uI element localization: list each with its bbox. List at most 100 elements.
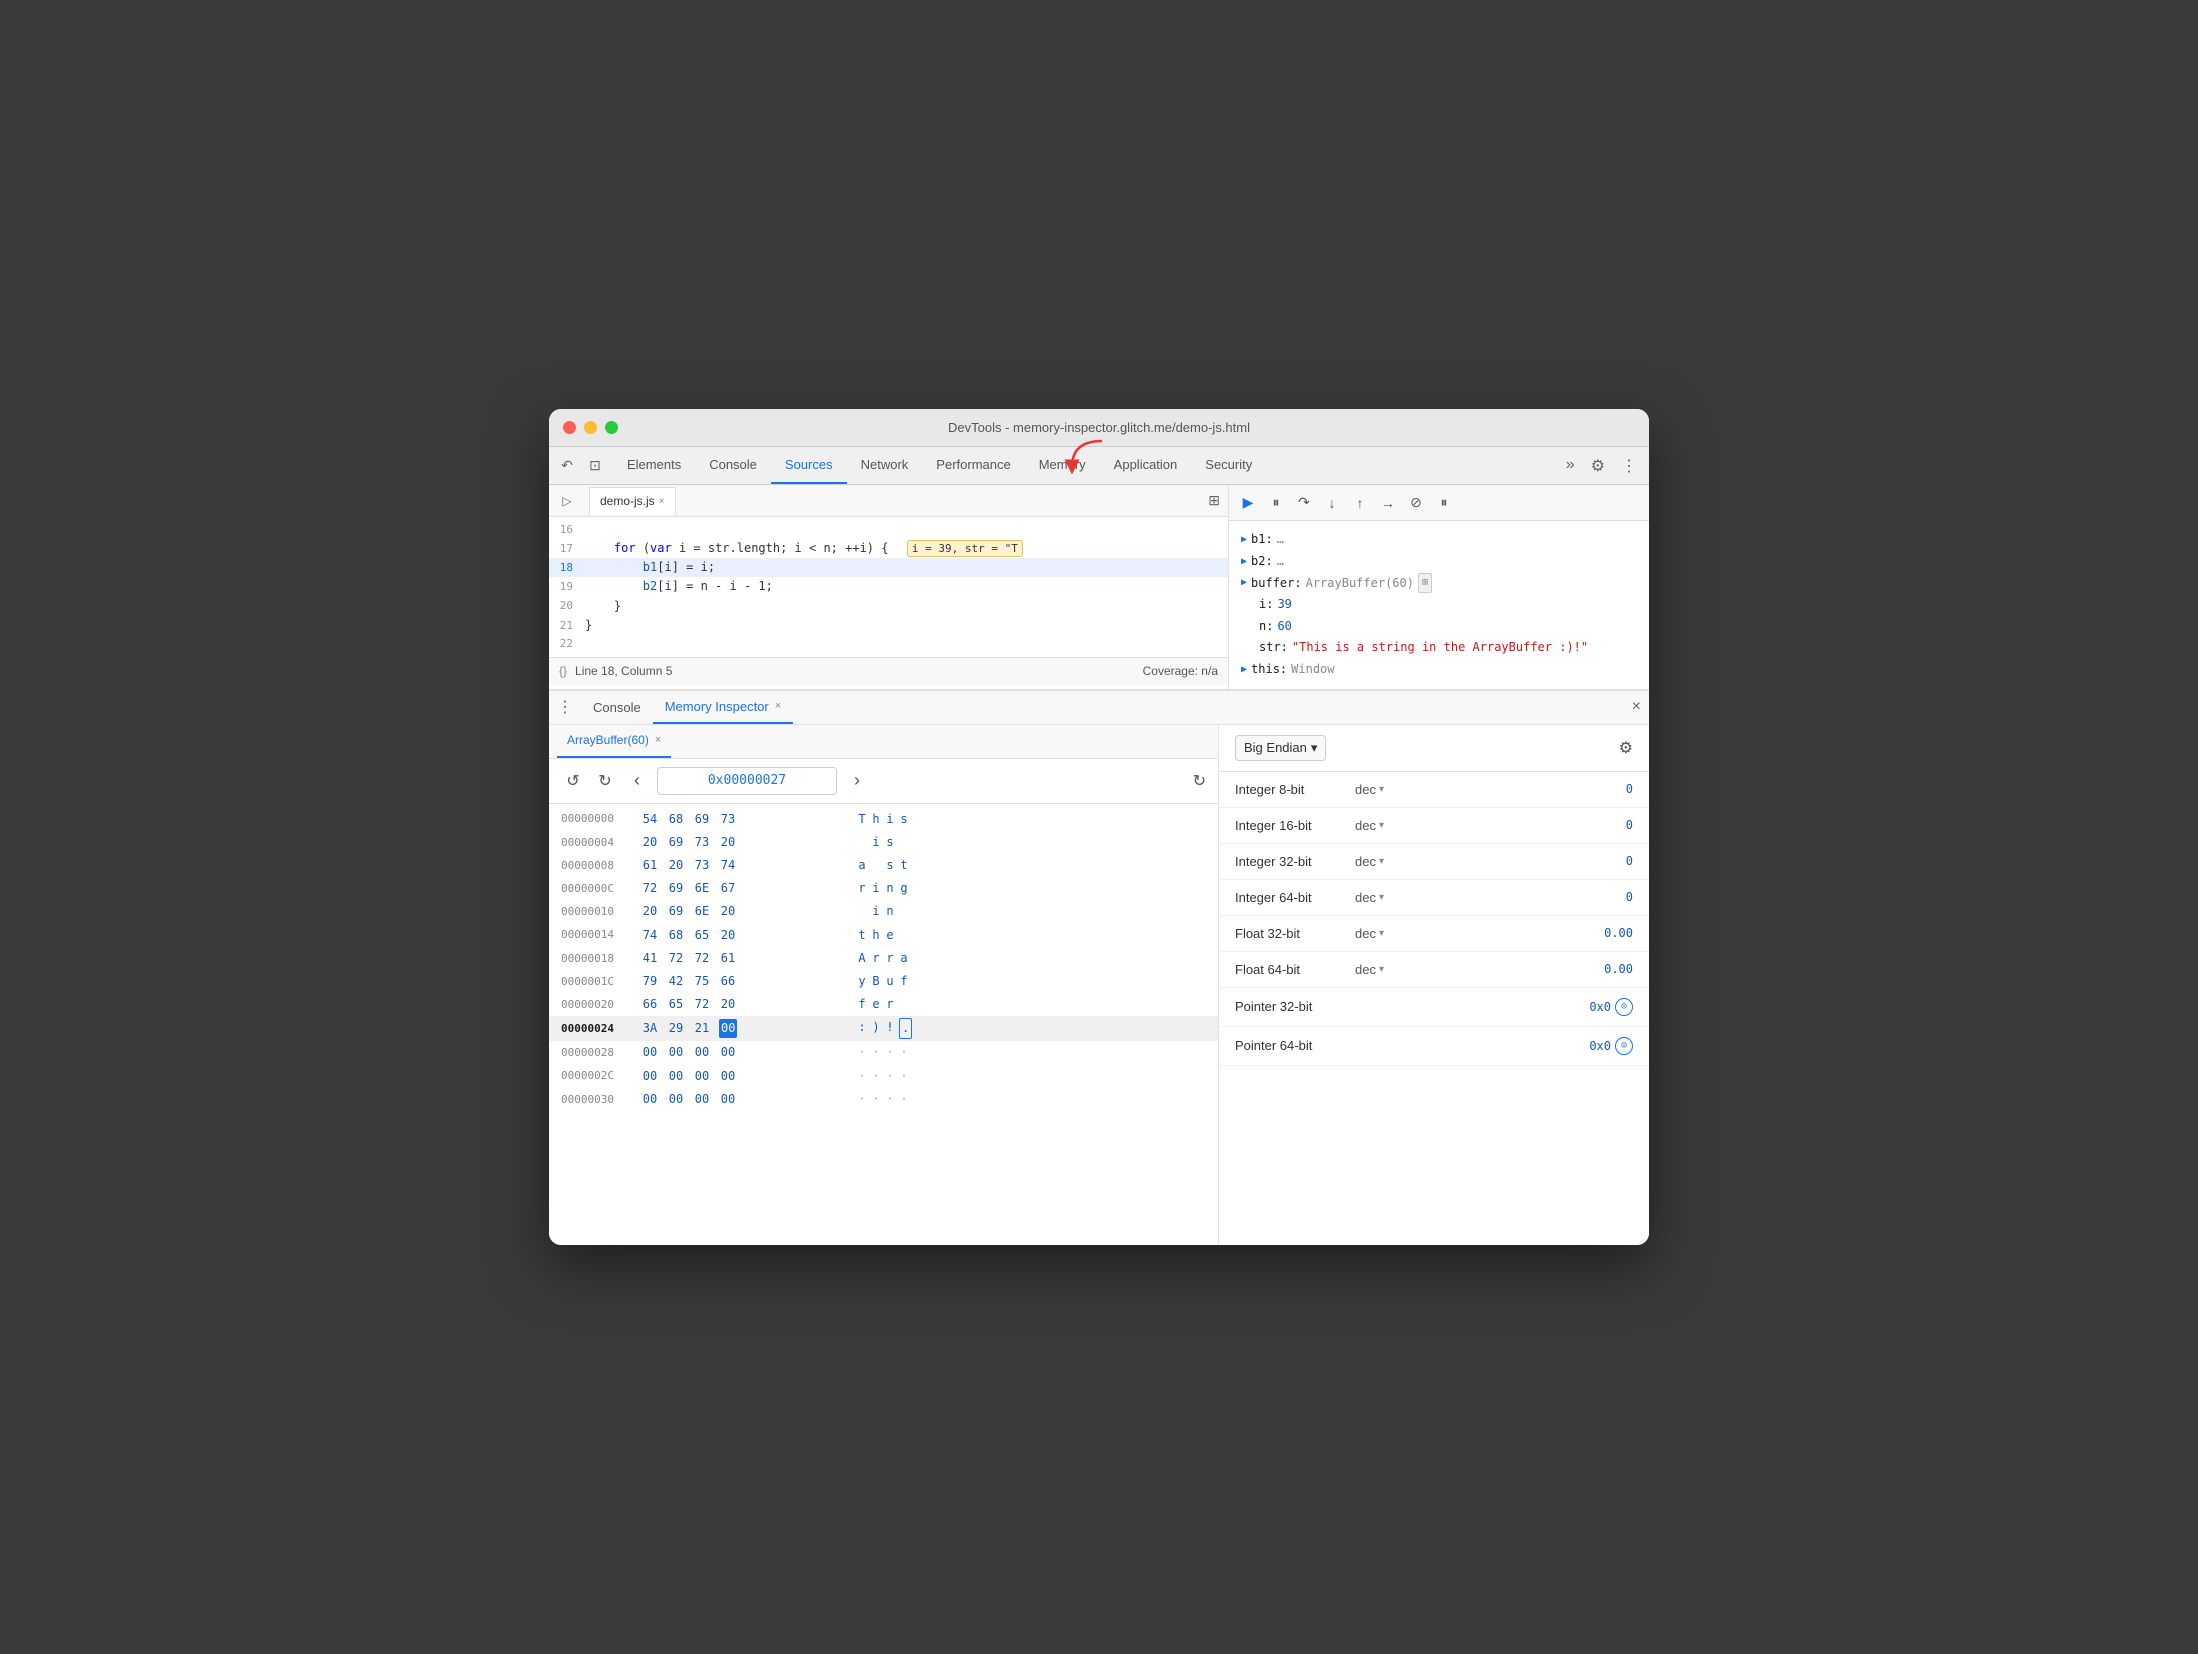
more-tabs-btn[interactable]: »	[1562, 452, 1579, 480]
code-line-18: 18 b1[i] = i;	[549, 558, 1228, 577]
type-row-int8: Integer 8-bit dec ▾ 0	[1219, 772, 1649, 808]
format-btn[interactable]: ⊞	[1208, 492, 1220, 509]
resume-btn[interactable]: ▶	[1237, 492, 1259, 514]
source-file-tab[interactable]: demo-js.js ×	[589, 487, 676, 515]
step-btn[interactable]: →	[1377, 492, 1399, 514]
int32-value: 0	[1626, 854, 1633, 868]
int8-format-select[interactable]: dec ▾	[1355, 782, 1415, 797]
memory-inspector-content: ArrayBuffer(60) × ↺ ↻ ‹ › ↻	[549, 725, 1649, 1245]
code-line-22: 22	[549, 635, 1228, 653]
nav-forward-btn[interactable]: ↻	[593, 769, 617, 793]
float32-format-select[interactable]: dec ▾	[1355, 926, 1415, 941]
ptr32-value: 0x0 ⊙	[1589, 998, 1633, 1016]
int64-value: 0	[1626, 890, 1633, 904]
devtools-body: ▷ demo-js.js × ⊞ 16 17	[549, 485, 1649, 1244]
devtools-window: DevTools - memory-inspector.glitch.me/de…	[549, 409, 1649, 1244]
hex-row: 00000018 41 72 72 61 A r r	[549, 947, 1218, 970]
hex-viewer: ArrayBuffer(60) × ↺ ↻ ‹ › ↻	[549, 725, 1219, 1245]
run-icon[interactable]: ▷	[557, 491, 577, 511]
tab-performance[interactable]: Performance	[922, 447, 1024, 484]
ptr64-navigate-btn[interactable]: ⊙	[1615, 1037, 1633, 1055]
endian-select[interactable]: Big Endian ▾	[1235, 735, 1326, 761]
tab-memory[interactable]: Memory	[1025, 447, 1100, 484]
type-inspector-settings-btn[interactable]: ⚙	[1619, 738, 1633, 758]
tab-sources[interactable]: Sources	[771, 447, 847, 484]
source-toolbar-right: ⊞	[1208, 492, 1220, 509]
hex-row: 00000000 54 68 69 73 T h i	[549, 808, 1218, 831]
tab-application[interactable]: Application	[1100, 447, 1192, 484]
hex-row: 00000004 20 69 73 20 i s	[549, 831, 1218, 854]
tab-memory-inspector[interactable]: Memory Inspector ×	[653, 691, 793, 724]
customize-btn[interactable]: ⋮	[1617, 452, 1641, 480]
step-out-btn[interactable]: ↑	[1349, 492, 1371, 514]
code-area: 16 17 for (var i = str.length; i < n; ++…	[549, 517, 1228, 656]
async-btn[interactable]: ⏸	[1433, 492, 1455, 514]
var-str: str: "This is a string in the ArrayBuffe…	[1241, 637, 1637, 659]
int16-format-select[interactable]: dec ▾	[1355, 818, 1415, 833]
endian-bar: Big Endian ▾ ⚙	[1219, 725, 1649, 772]
memory-inspector-tab-close[interactable]: ×	[775, 700, 781, 712]
status-coverage: Coverage: n/a	[1143, 664, 1218, 678]
bottom-tabbar: ⋮ Console Memory Inspector × ×	[549, 691, 1649, 725]
hex-row-selected: 00000024 3A 29 21 00 : ) !	[549, 1016, 1218, 1041]
bottom-panel-close[interactable]: ×	[1632, 698, 1641, 716]
hex-row: 0000000C 72 69 6E 67 r i n	[549, 877, 1218, 900]
code-line-20: 20 }	[549, 597, 1228, 616]
titlebar: DevTools - memory-inspector.glitch.me/de…	[549, 409, 1649, 447]
source-filename: demo-js.js	[600, 494, 655, 508]
nav-address-input[interactable]	[657, 767, 837, 795]
var-this: ▶ this: Window	[1241, 659, 1637, 681]
var-buffer: ▶ buffer: ArrayBuffer(60) ⊞	[1241, 573, 1637, 595]
close-button[interactable]	[563, 421, 576, 434]
status-line-col: Line 18, Column 5	[575, 664, 672, 678]
breakpoints-btn[interactable]: ⊘	[1405, 492, 1427, 514]
nav-back-btn[interactable]: ↺	[561, 769, 585, 793]
nav-next-btn[interactable]: ›	[845, 769, 869, 793]
nav-refresh-btn[interactable]: ↻	[1193, 771, 1206, 791]
source-panel: ▷ demo-js.js × ⊞ 16 17	[549, 485, 1649, 689]
source-toolbar: ▷ demo-js.js × ⊞	[549, 485, 1228, 517]
hex-row: 00000028 00 00 00 00 · · ·	[549, 1041, 1218, 1064]
hex-row: 00000008 61 20 73 74 a s	[549, 854, 1218, 877]
pause-btn[interactable]: ⏸	[1265, 492, 1287, 514]
code-line-21: 21 }	[549, 616, 1228, 635]
int16-value: 0	[1626, 818, 1633, 832]
int32-format-select[interactable]: dec ▾	[1355, 854, 1415, 869]
drawer-icon[interactable]: ⊡	[585, 456, 605, 476]
arraybuffer-tab-close[interactable]: ×	[655, 734, 661, 746]
int64-format-select[interactable]: dec ▾	[1355, 890, 1415, 905]
debug-panel: ▶ ⏸ ↷ ↓ ↑ → ⊘ ⏸ ▶ b1: … ▶	[1229, 485, 1649, 688]
tab-console-bottom[interactable]: Console	[581, 691, 653, 724]
devtools-tabbar: ↶ ⊡ Elements Console Sources Network Per…	[549, 447, 1649, 485]
bracket-icon: {}	[559, 664, 567, 678]
hex-rows-area: 00000000 54 68 69 73 T h i	[549, 804, 1218, 1245]
traffic-lights	[563, 421, 618, 434]
settings-btn[interactable]: ⚙	[1587, 452, 1609, 480]
step-into-btn[interactable]: ↓	[1321, 492, 1343, 514]
step-over-btn[interactable]: ↷	[1293, 492, 1315, 514]
source-tab-close[interactable]: ×	[659, 496, 665, 507]
cursor-icon[interactable]: ↶	[557, 456, 577, 476]
tab-elements[interactable]: Elements	[613, 447, 695, 484]
minimize-button[interactable]	[584, 421, 597, 434]
endian-label: Big Endian	[1244, 740, 1307, 755]
nav-prev-btn[interactable]: ‹	[625, 769, 649, 793]
type-row-int64: Integer 64-bit dec ▾ 0	[1219, 880, 1649, 916]
open-in-memory-inspector-btn[interactable]: ⊞	[1418, 573, 1432, 593]
float64-value: 0.00	[1604, 962, 1633, 976]
tab-network[interactable]: Network	[847, 447, 923, 484]
type-row-int16: Integer 16-bit dec ▾ 0	[1219, 808, 1649, 844]
tab-console[interactable]: Console	[695, 447, 771, 484]
var-n: n: 60	[1241, 616, 1637, 638]
endian-dropdown-icon: ▾	[1311, 740, 1318, 756]
hex-row: 0000002C 00 00 00 00 · · ·	[549, 1065, 1218, 1088]
type-row-ptr64: Pointer 64-bit 0x0 ⊙	[1219, 1027, 1649, 1066]
tab-security[interactable]: Security	[1191, 447, 1266, 484]
arraybuffer-tab[interactable]: ArrayBuffer(60) ×	[557, 725, 671, 758]
ptr32-navigate-btn[interactable]: ⊙	[1615, 998, 1633, 1016]
hex-row: 00000010 20 69 6E 20 i n	[549, 900, 1218, 923]
dots-menu[interactable]: ⋮	[557, 697, 573, 717]
maximize-button[interactable]	[605, 421, 618, 434]
float64-format-select[interactable]: dec ▾	[1355, 962, 1415, 977]
type-inspector: Big Endian ▾ ⚙ Integer 8-bit dec ▾	[1219, 725, 1649, 1245]
